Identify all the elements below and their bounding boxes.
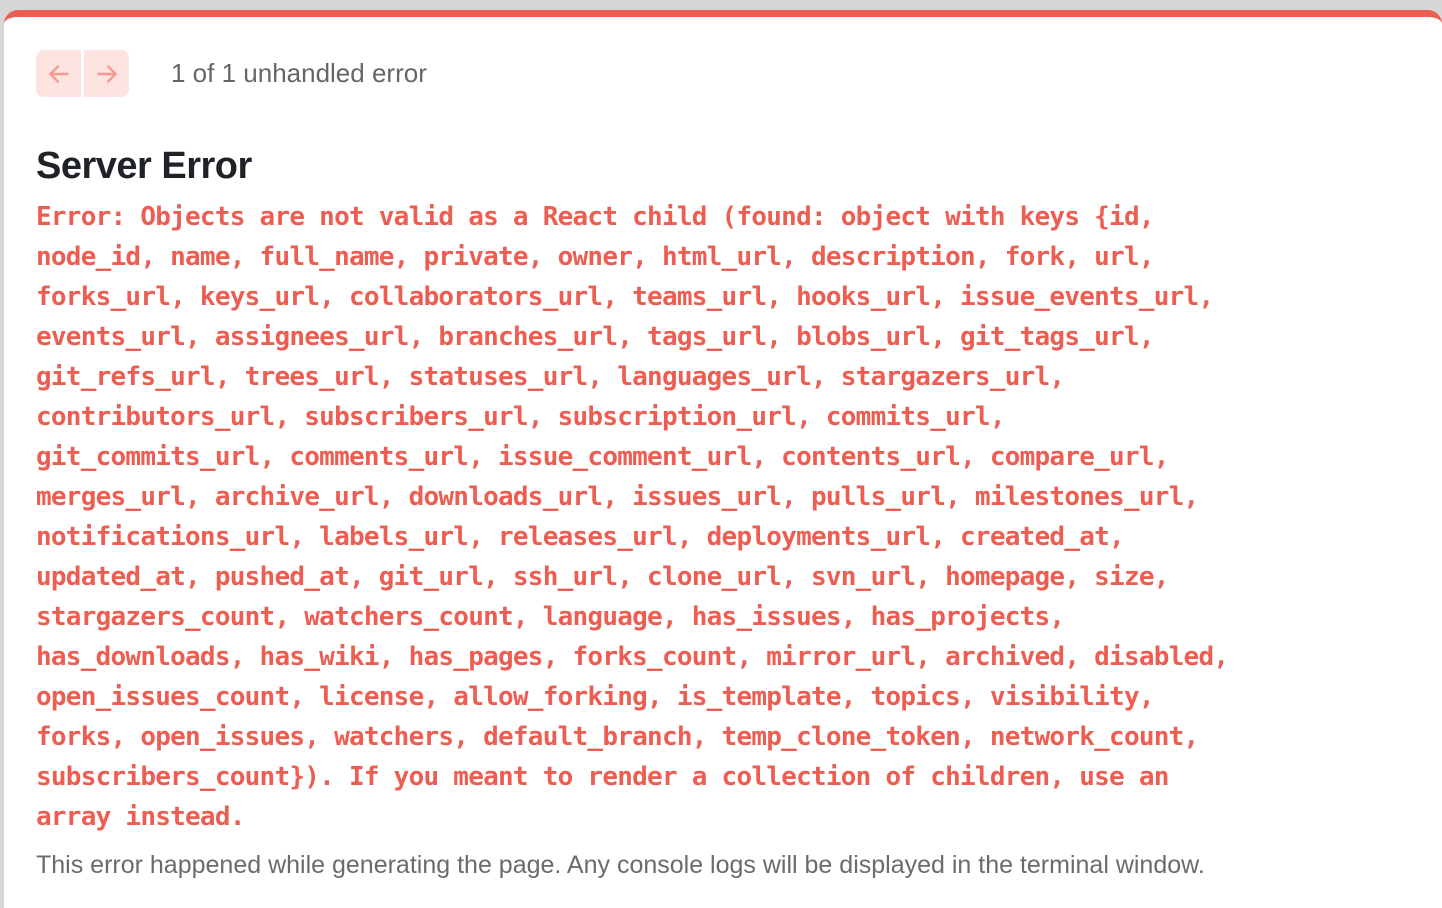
next-error-button[interactable] — [84, 50, 129, 97]
error-pagination: 1 of 1 unhandled error — [36, 50, 427, 97]
error-message-line: has_downloads, has_wiki, has_pages, fork… — [36, 642, 1229, 672]
error-message: Error: Objects are not valid as a React … — [36, 197, 1406, 837]
error-message-line: notifications_url, labels_url, releases_… — [36, 522, 1125, 552]
error-footnote: This error happened while generating the… — [36, 851, 1205, 879]
error-message-line: merges_url, archive_url, downloads_url, … — [36, 482, 1199, 512]
error-counter: 1 of 1 unhandled error — [171, 58, 427, 88]
error-message-line: forks, open_issues, watchers, default_br… — [36, 722, 1199, 752]
error-title: Server Error — [36, 145, 252, 187]
error-message-line: stargazers_count, watchers_count, langua… — [36, 602, 1065, 632]
previous-error-button[interactable] — [36, 50, 81, 97]
error-message-line: git_refs_url, trees_url, statuses_url, l… — [36, 362, 1065, 392]
error-message-line: Error: Objects are not valid as a React … — [36, 202, 1154, 232]
error-message-line: events_url, assignees_url, branches_url,… — [36, 322, 1154, 352]
error-message-line: git_commits_url, comments_url, issue_com… — [36, 442, 1169, 472]
error-message-line: node_id, name, full_name, private, owner… — [36, 242, 1154, 272]
error-nav-buttons — [36, 50, 129, 97]
error-message-line: open_issues_count, license, allow_forkin… — [36, 682, 1154, 712]
error-message-line: updated_at, pushed_at, git_url, ssh_url,… — [36, 562, 1169, 592]
error-message-line: array instead. — [36, 802, 245, 832]
error-message-line: contributors_url, subscribers_url, subsc… — [36, 402, 1005, 432]
arrow-right-icon — [96, 64, 117, 83]
error-message-line: subscribers_count}). If you meant to ren… — [36, 762, 1169, 792]
error-overlay: 1 of 1 unhandled error Server Error Erro… — [4, 10, 1442, 908]
error-message-line: forks_url, keys_url, collaborators_url, … — [36, 282, 1214, 312]
arrow-left-icon — [48, 64, 69, 83]
